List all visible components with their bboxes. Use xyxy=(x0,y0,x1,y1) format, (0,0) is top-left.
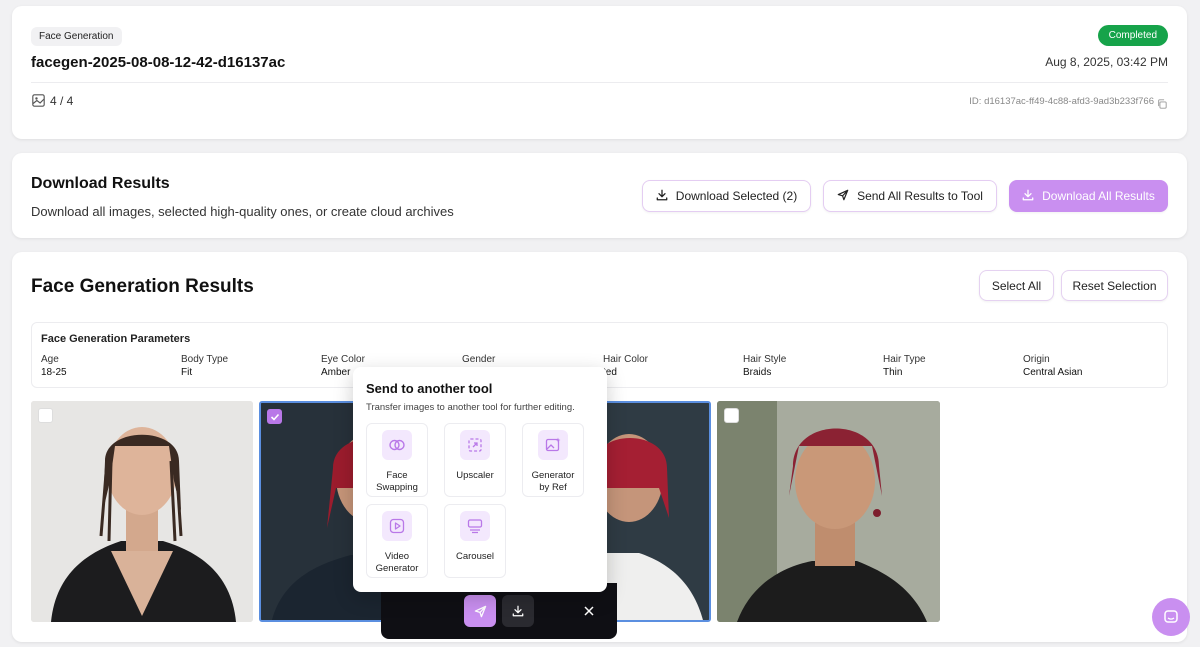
send-icon xyxy=(837,189,849,204)
download-selected-button[interactable]: Download Selected (2) xyxy=(642,180,811,212)
param-value: Fit xyxy=(181,367,193,378)
image-icon xyxy=(32,94,45,112)
select-all-button[interactable]: Select All xyxy=(979,270,1054,301)
send-all-button[interactable]: Send All Results to Tool xyxy=(823,180,997,212)
download-icon xyxy=(656,189,668,204)
carousel-icon xyxy=(460,511,490,541)
param-value: Thin xyxy=(883,367,903,378)
tool-face-swapping[interactable]: Face Swapping xyxy=(366,423,428,497)
param-label: Gender xyxy=(462,354,496,365)
reset-selection-label: Reset Selection xyxy=(1072,278,1157,293)
send-to-tool-popup: Send to another tool Transfer images to … xyxy=(353,367,607,592)
param-label: Origin xyxy=(1023,354,1050,365)
param-label: Body Type xyxy=(181,354,229,365)
tool-label: Video Generator xyxy=(375,551,419,574)
param-value: 18-25 xyxy=(41,367,67,378)
select-checkbox[interactable] xyxy=(724,408,739,423)
param-label: Hair Color xyxy=(603,354,649,365)
download-icon xyxy=(512,605,524,617)
image-count: 4 / 4 xyxy=(50,94,74,108)
send-all-label: Send All Results to Tool xyxy=(857,189,983,203)
close-button[interactable] xyxy=(577,597,601,625)
check-icon xyxy=(270,413,279,421)
tool-carousel[interactable]: Carousel xyxy=(444,504,506,578)
param-value: Central Asian xyxy=(1023,367,1083,378)
image-sparkle-icon xyxy=(538,430,568,460)
play-icon xyxy=(382,511,412,541)
download-title: Download Results xyxy=(31,175,170,192)
tool-upscaler[interactable]: Upscaler xyxy=(444,423,506,497)
status-badge: Completed xyxy=(1097,25,1168,46)
job-id: ID: d16137ac-ff49-4c88-afd3-9ad3b233f766 xyxy=(969,96,1154,107)
job-title: facegen-2025-08-08-12-42-d16137ac xyxy=(31,54,286,71)
copy-icon[interactable] xyxy=(1157,96,1167,114)
chat-icon xyxy=(1164,610,1178,623)
upscale-icon xyxy=(460,430,490,460)
param-value: Amber xyxy=(321,367,351,378)
result-image-1[interactable] xyxy=(31,401,253,622)
portrait-image xyxy=(31,401,253,622)
support-chat-button[interactable] xyxy=(1152,598,1190,636)
tool-video-generator[interactable]: Video Generator xyxy=(366,504,428,578)
reset-selection-button[interactable]: Reset Selection xyxy=(1061,270,1168,301)
results-title: Face Generation Results xyxy=(31,276,254,297)
portrait-image xyxy=(717,401,940,622)
send-to-tool-button[interactable] xyxy=(464,595,496,627)
face-swap-icon xyxy=(382,430,412,460)
popup-subtitle: Transfer images to another tool for furt… xyxy=(366,402,575,413)
param-label: Eye Color xyxy=(321,354,365,365)
tool-label: Generator by Ref xyxy=(531,470,575,493)
download-icon xyxy=(1022,189,1034,204)
param-label: Hair Type xyxy=(883,354,926,365)
tool-label: Carousel xyxy=(455,551,495,562)
select-all-label: Select All xyxy=(991,278,1042,293)
tool-label: Upscaler xyxy=(456,470,494,481)
download-button[interactable] xyxy=(502,595,534,627)
tool-tag: Face Generation xyxy=(31,27,122,46)
select-checkbox[interactable] xyxy=(38,408,53,423)
tool-label: Face Swapping xyxy=(376,470,418,493)
job-header-card: Face Generation Completed facegen-2025-0… xyxy=(12,6,1187,139)
download-card: Download Results Download all images, se… xyxy=(12,153,1187,238)
result-image-4[interactable] xyxy=(717,401,940,622)
param-value: Braids xyxy=(743,367,772,378)
download-all-button[interactable]: Download All Results xyxy=(1009,180,1168,212)
tool-generator-by-ref[interactable]: Generator by Ref xyxy=(522,423,584,497)
select-checkbox-checked[interactable] xyxy=(267,409,282,424)
param-label: Hair Style xyxy=(743,354,787,365)
parameters-title: Face Generation Parameters xyxy=(41,333,191,345)
popup-title: Send to another tool xyxy=(366,381,493,396)
close-icon xyxy=(584,606,594,616)
divider xyxy=(31,82,1168,83)
job-datetime: Aug 8, 2025, 03:42 PM xyxy=(1045,55,1168,69)
param-label: Age xyxy=(41,354,59,365)
download-selected-label: Download Selected (2) xyxy=(675,189,798,203)
download-description: Download all images, selected high-quali… xyxy=(31,204,454,219)
send-icon xyxy=(474,605,486,617)
download-all-label: Download All Results xyxy=(1042,189,1155,203)
